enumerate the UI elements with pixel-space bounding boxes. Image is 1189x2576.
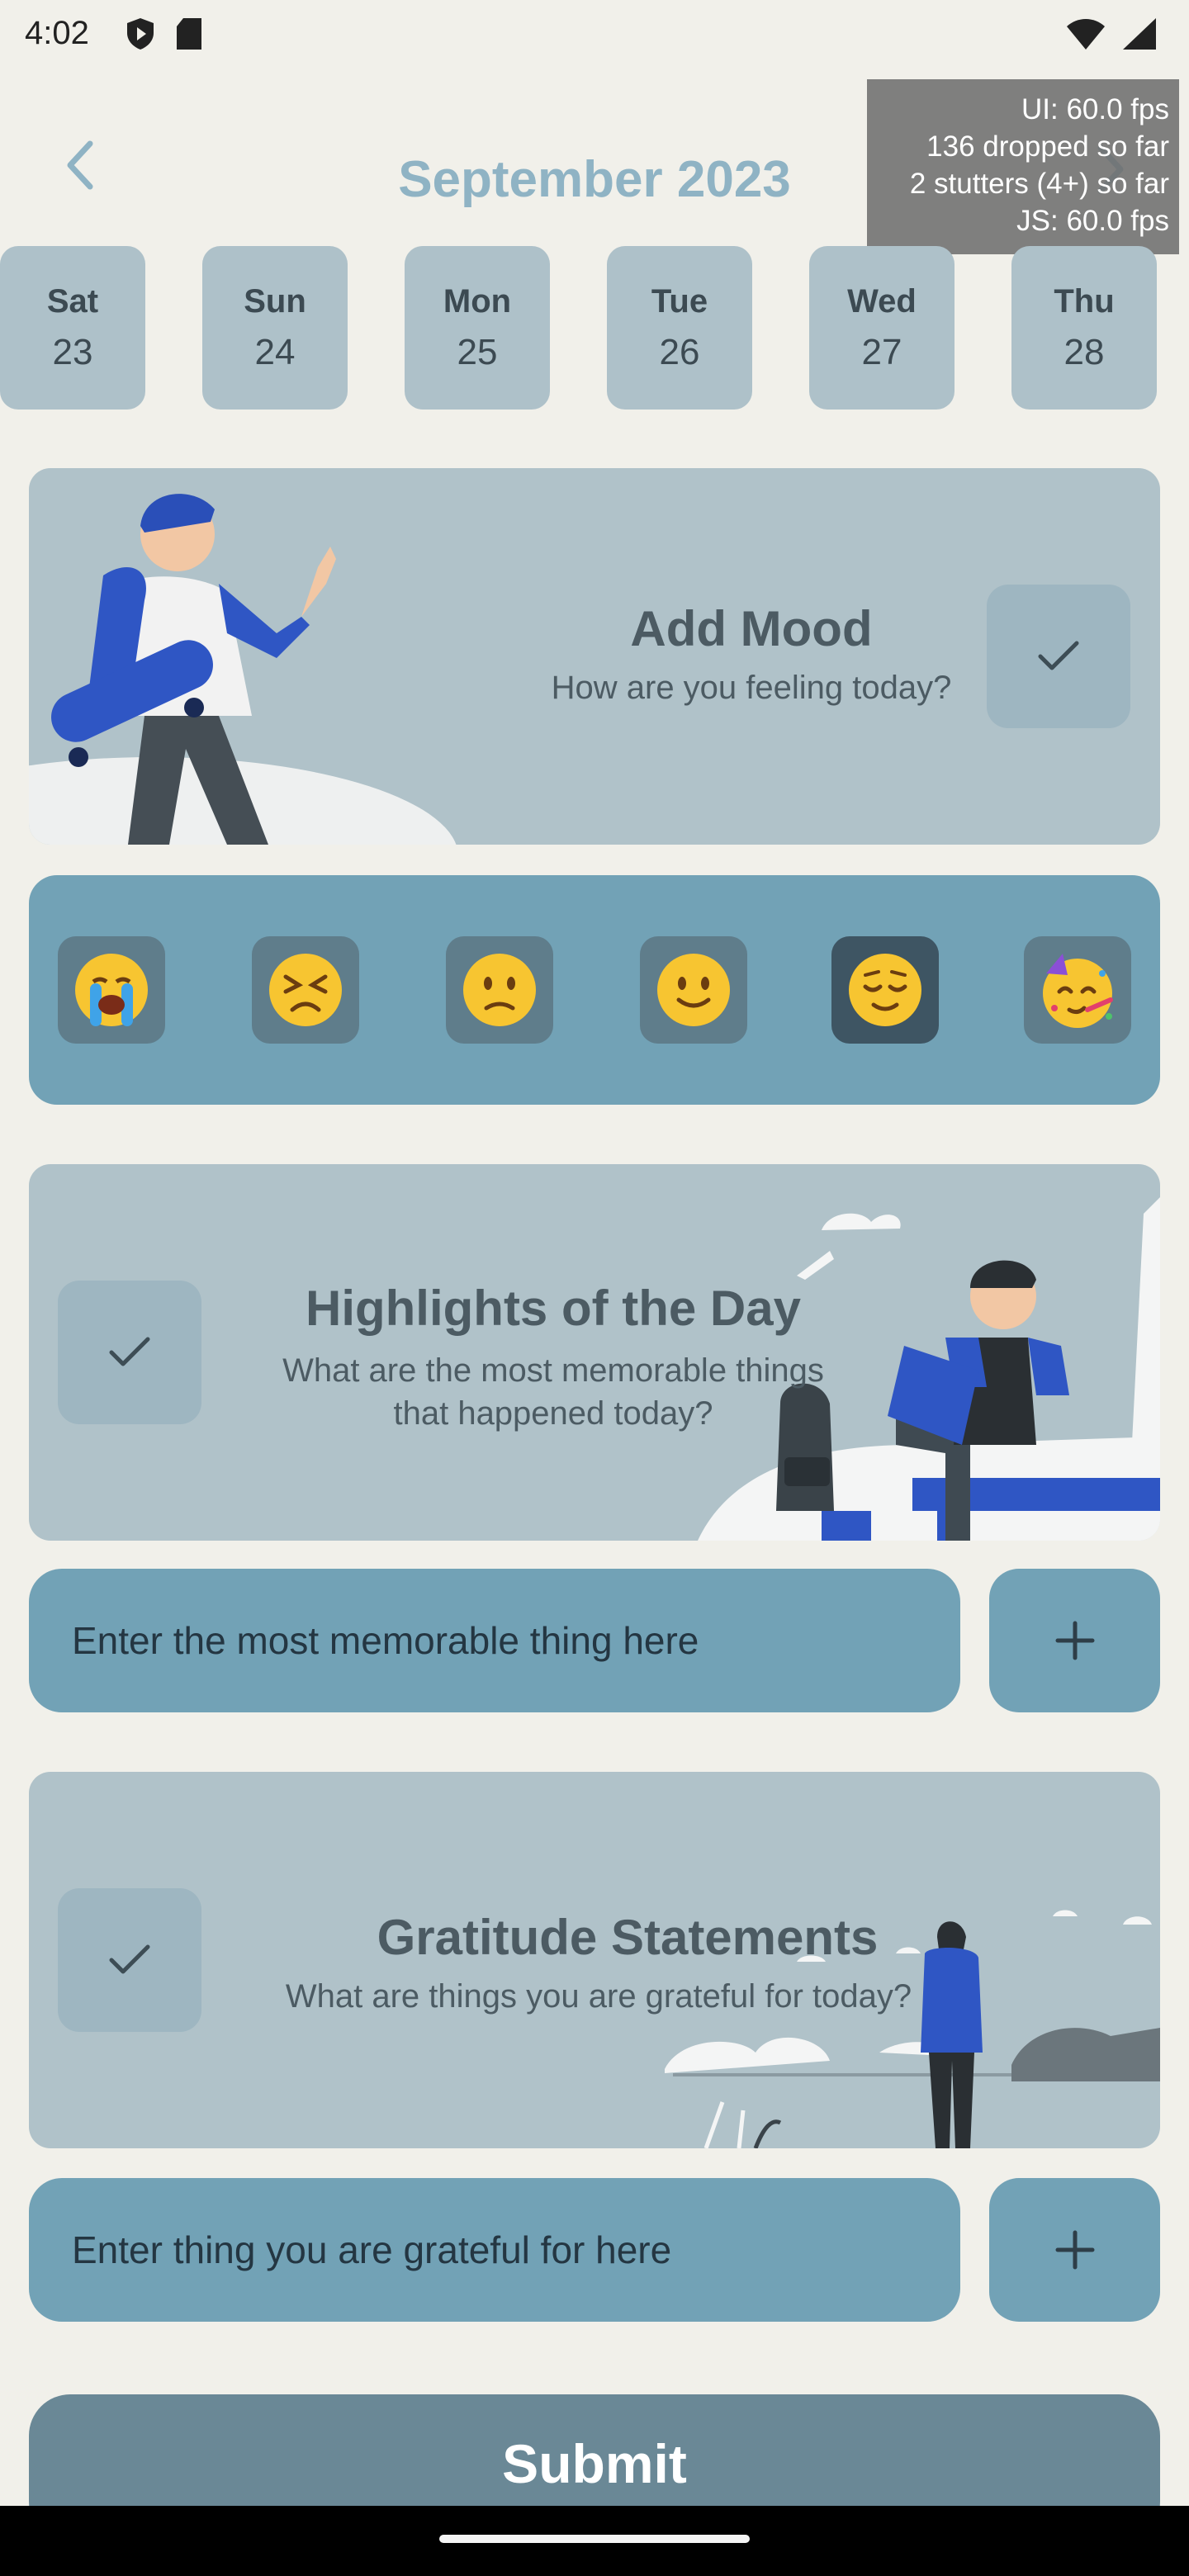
skateboarder-illustration (29, 494, 457, 845)
signal-icon (1123, 18, 1156, 50)
partying-face-icon (1043, 954, 1113, 1028)
day-sun-24[interactable]: Sun 24 (202, 246, 348, 410)
day-sat-23[interactable]: Sat 23 (0, 246, 145, 410)
day-name: Sat (46, 282, 99, 320)
mood-option-persevering[interactable] (252, 936, 359, 1044)
checkmark-icon (109, 1944, 150, 1974)
checkmark-icon (109, 1337, 150, 1366)
day-number: 27 (861, 331, 902, 372)
add-gratitude-button[interactable] (989, 2178, 1160, 2322)
day-number: 24 (254, 331, 296, 372)
day-number: 26 (659, 331, 700, 372)
highlights-check-button[interactable] (58, 1281, 201, 1424)
persevering-face-icon (269, 954, 342, 1026)
mood-check-button[interactable] (987, 585, 1130, 728)
day-thu-28[interactable]: Thu 28 (1011, 246, 1157, 410)
plus-icon (1055, 1621, 1094, 1660)
mood-option-relieved[interactable] (831, 936, 939, 1044)
perf-dropped: 136 dropped so far (926, 130, 1169, 163)
highlights-card-subtitle: What are the most memorable things that … (219, 1349, 888, 1435)
mood-option-smiling[interactable] (640, 936, 747, 1044)
mood-card-title: Add Mood (630, 601, 873, 656)
slightly-frowning-face-icon (463, 954, 536, 1026)
status-icons-right (1065, 17, 1158, 51)
mood-option-frowning[interactable] (446, 936, 553, 1044)
day-name: Sun (244, 282, 306, 320)
highlights-input[interactable] (29, 1569, 960, 1712)
mood-option-partying[interactable] (1024, 936, 1131, 1044)
day-number: 28 (1063, 331, 1105, 372)
gratitude-check-button[interactable] (58, 1888, 201, 2032)
day-tue-26[interactable]: Tue 26 (607, 246, 752, 410)
day-wed-27[interactable]: Wed 27 (809, 246, 955, 410)
slightly-smiling-face-icon (657, 954, 730, 1026)
highlights-card-title: Highlights of the Day (306, 1281, 801, 1336)
shield-play-icon (127, 18, 154, 50)
gratitude-card: Gratitude Statements What are things you… (29, 1772, 1160, 2148)
highlights-subtitle-line2: that happened today? (393, 1395, 713, 1432)
status-time: 4:02 (25, 15, 89, 51)
plus-icon (1055, 2230, 1094, 2270)
mood-card-subtitle: How are you feeling today? (551, 670, 952, 706)
day-number: 23 (52, 331, 93, 372)
checkmark-icon (1038, 641, 1079, 670)
perf-overlay: UI: 60.0 fps 136 dropped so far 2 stutte… (867, 79, 1179, 254)
day-name: Tue (651, 282, 708, 320)
gratitude-input[interactable] (29, 2178, 960, 2322)
day-name: Thu (1054, 282, 1115, 320)
wifi-icon (1067, 19, 1105, 50)
day-name: Mon (443, 282, 512, 320)
gratitude-card-subtitle: What are things you are grateful for tod… (285, 1978, 912, 2015)
home-gesture-handle[interactable] (439, 2535, 750, 2543)
mood-option-crying[interactable] (58, 936, 165, 1044)
status-icons-left (124, 17, 203, 51)
relieved-face-icon (849, 954, 921, 1026)
add-mood-card: Add Mood How are you feeling today? (29, 468, 1160, 845)
add-highlight-button[interactable] (989, 1569, 1160, 1712)
crying-face-icon (75, 954, 148, 1026)
highlights-subtitle-line1: What are the most memorable things (282, 1352, 824, 1389)
gratitude-card-title: Gratitude Statements (377, 1910, 879, 1965)
mood-selector (29, 875, 1160, 1105)
day-mon-25[interactable]: Mon 25 (405, 246, 550, 410)
day-number: 25 (457, 331, 498, 372)
day-name: Wed (847, 282, 917, 320)
sd-card-icon (177, 18, 201, 50)
perf-ui-fps: UI: 60.0 fps (1021, 93, 1169, 125)
perf-js-fps: JS: 60.0 fps (1016, 205, 1169, 237)
status-bar: 4:02 (0, 0, 1189, 71)
highlights-card: Highlights of the Day What are the most … (29, 1164, 1160, 1541)
perf-stutters: 2 stutters (4+) so far (909, 168, 1169, 200)
